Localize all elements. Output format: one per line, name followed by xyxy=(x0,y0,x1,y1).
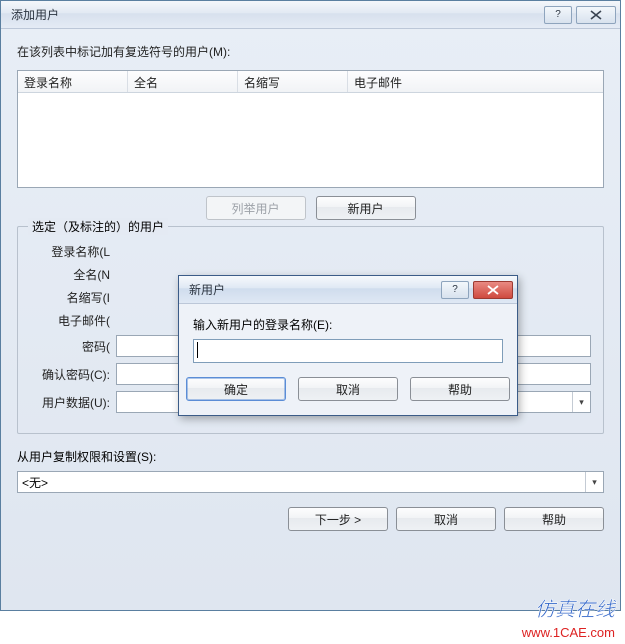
abbr-label: 名缩写(I xyxy=(30,289,116,306)
col-full[interactable]: 全名 xyxy=(128,71,238,92)
col-email[interactable]: 电子邮件 xyxy=(348,71,603,92)
main-title: 添加用户 xyxy=(5,6,544,23)
col-abbr[interactable]: 名缩写 xyxy=(238,71,348,92)
userdata-label: 用户数据(U): xyxy=(30,394,116,411)
modal-help-icon[interactable]: ? xyxy=(441,281,469,299)
copy-from-combo[interactable] xyxy=(17,471,604,493)
next-button[interactable]: 下一步 > xyxy=(288,507,388,531)
watermark-text: 仿真在线 xyxy=(535,593,615,622)
login-name-input[interactable] xyxy=(193,339,503,363)
email-label: 电子邮件( xyxy=(30,312,116,329)
new-user-button[interactable]: 新用户 xyxy=(316,196,416,220)
group-legend: 选定（及标注的）的用户 xyxy=(28,218,168,235)
modal-titlebar: 新用户 ? xyxy=(179,276,517,304)
cancel-button[interactable]: 取消 xyxy=(396,507,496,531)
confirm-password-label: 确认密码(C): xyxy=(30,366,116,383)
table-header: 登录名称 全名 名缩写 电子邮件 xyxy=(18,71,603,93)
user-table: 登录名称 全名 名缩写 电子邮件 xyxy=(17,70,604,188)
password-label: 密码( xyxy=(30,338,116,355)
modal-help-button[interactable]: 帮助 xyxy=(410,377,510,401)
help-icon[interactable]: ? xyxy=(544,6,572,24)
watermark-url: www.1CAE.com xyxy=(522,625,615,640)
modal-prompt: 输入新用户的登录名称(E): xyxy=(193,316,503,333)
copy-from-label: 从用户复制权限和设置(S): xyxy=(17,448,604,465)
chevron-down-icon[interactable]: ▾ xyxy=(572,392,590,412)
col-login[interactable]: 登录名称 xyxy=(18,71,128,92)
table-rows[interactable] xyxy=(18,93,603,187)
close-icon[interactable] xyxy=(576,6,616,24)
login-label: 登录名称(L xyxy=(30,243,116,260)
new-user-modal: 新用户 ? 输入新用户的登录名称(E): 确定 取消 帮助 xyxy=(178,275,518,416)
modal-close-icon[interactable] xyxy=(473,281,513,299)
chevron-down-icon[interactable]: ▾ xyxy=(585,472,603,492)
help-button[interactable]: 帮助 xyxy=(504,507,604,531)
fullname-label: 全名(N xyxy=(30,266,116,283)
instruction-label: 在该列表中标记加有复选符号的用户(M): xyxy=(17,43,604,60)
list-users-button[interactable]: 列举用户 xyxy=(206,196,306,220)
main-titlebar: 添加用户 ? xyxy=(1,1,620,29)
modal-title: 新用户 xyxy=(183,281,441,298)
modal-cancel-button[interactable]: 取消 xyxy=(298,377,398,401)
ok-button[interactable]: 确定 xyxy=(186,377,286,401)
